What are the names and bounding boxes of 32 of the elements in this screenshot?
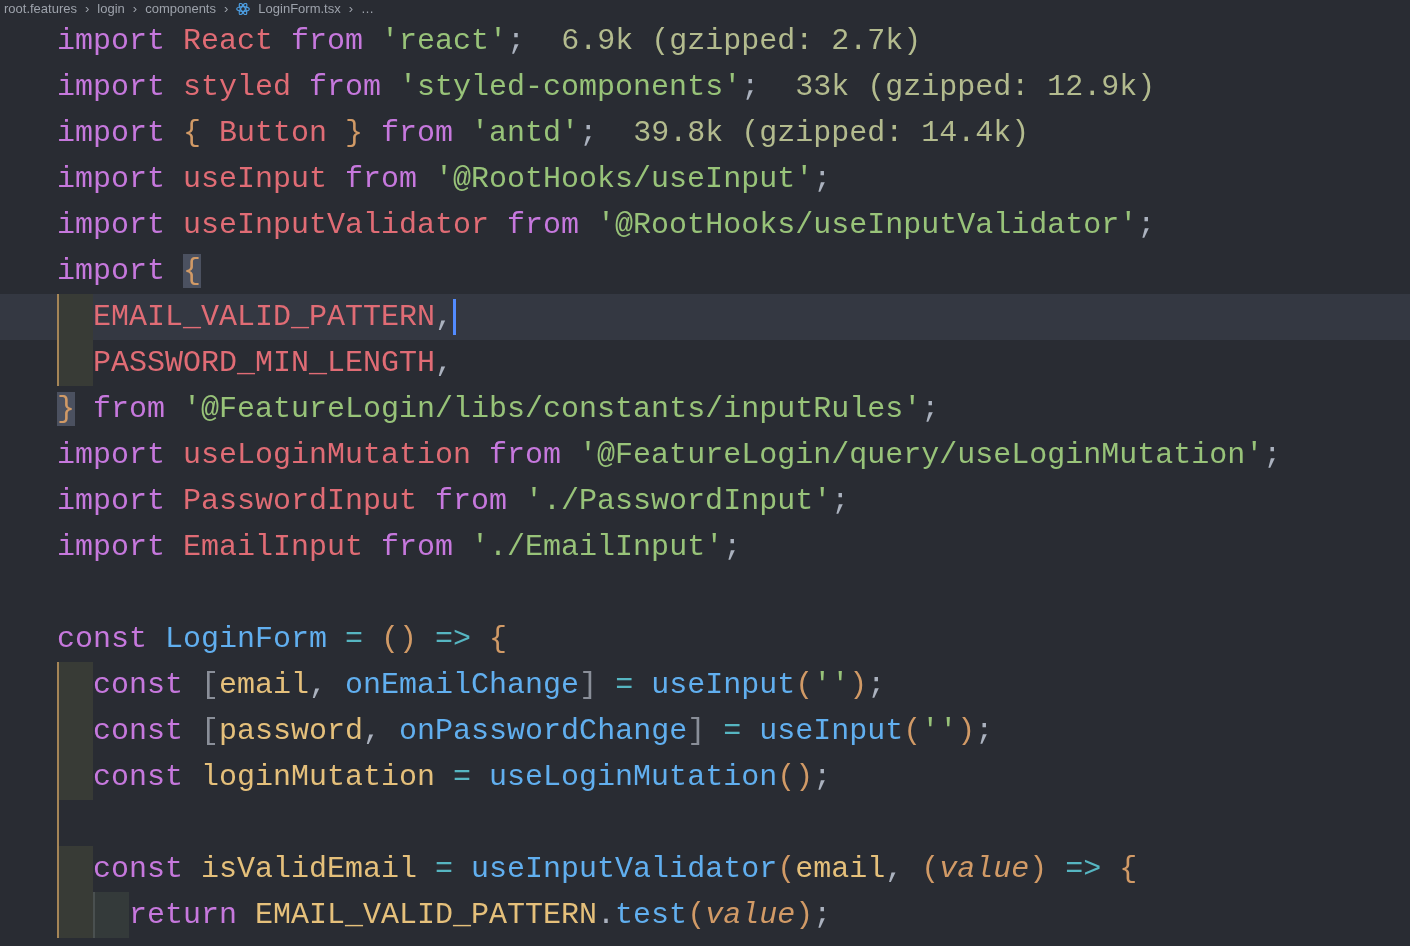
breadcrumb-separator: ›: [348, 0, 354, 18]
breadcrumb-separator: ›: [85, 0, 90, 18]
indent-guide: [93, 892, 129, 938]
indent-guide: [57, 340, 93, 386]
breadcrumb-item[interactable]: LoginForm.tsx: [258, 0, 341, 18]
code-line: const [email, onEmailChange] = useInput('');: [93, 667, 886, 704]
breadcrumb-item[interactable]: login: [97, 0, 125, 18]
code-line: } from '@FeatureLogin/libs/constants/inputRules';: [57, 391, 940, 428]
code-line: const isValidEmail = useInputValidator(email, (value) => {: [93, 851, 1138, 888]
code-line: import {: [57, 253, 202, 290]
code-line: return EMAIL_VALID_PATTERN.test(value);: [129, 897, 832, 934]
breadcrumb-separator: ›: [132, 0, 138, 18]
code-line: import EmailInput from './EmailInput';: [57, 529, 742, 566]
breadcrumb-separator: ›: [224, 0, 229, 18]
breadcrumb-item[interactable]: root.features: [4, 0, 77, 18]
code-line: import PasswordInput from './PasswordInput';: [57, 483, 850, 520]
code-line: PASSWORD_MIN_LENGTH,: [93, 345, 454, 382]
code-line: import useLoginMutation from '@FeatureLogin/query/useLoginMutation';: [57, 437, 1282, 474]
code-line: const LoginForm = () => {: [57, 621, 508, 658]
code-line: const loginMutation = useLoginMutation();: [93, 759, 832, 796]
code-line: import { Button } from 'antd'; 39.8k (gzipped: 14.4k): [57, 115, 1030, 152]
breadcrumb-item[interactable]: components: [145, 0, 216, 18]
indent-guide: [57, 662, 93, 708]
breadcrumb-more[interactable]: …: [361, 0, 375, 18]
code-line: import useInput from '@RootHooks/useInput';: [57, 161, 832, 198]
code-line: EMAIL_VALID_PATTERN,: [93, 299, 454, 336]
indent-guide: [57, 892, 93, 938]
code-line: import styled from 'styled-components'; 33k (gzipped: 12.9k): [57, 69, 1156, 106]
code-line: import React from 'react'; 6.9k (gzipped: 2.7k): [57, 23, 922, 60]
code-line: import useInputValidator from '@RootHooks/useInputValidator';: [57, 207, 1156, 244]
code-line: const [password, onPasswordChange] = useInput('');: [93, 713, 994, 750]
atom-icon: [236, 3, 251, 15]
